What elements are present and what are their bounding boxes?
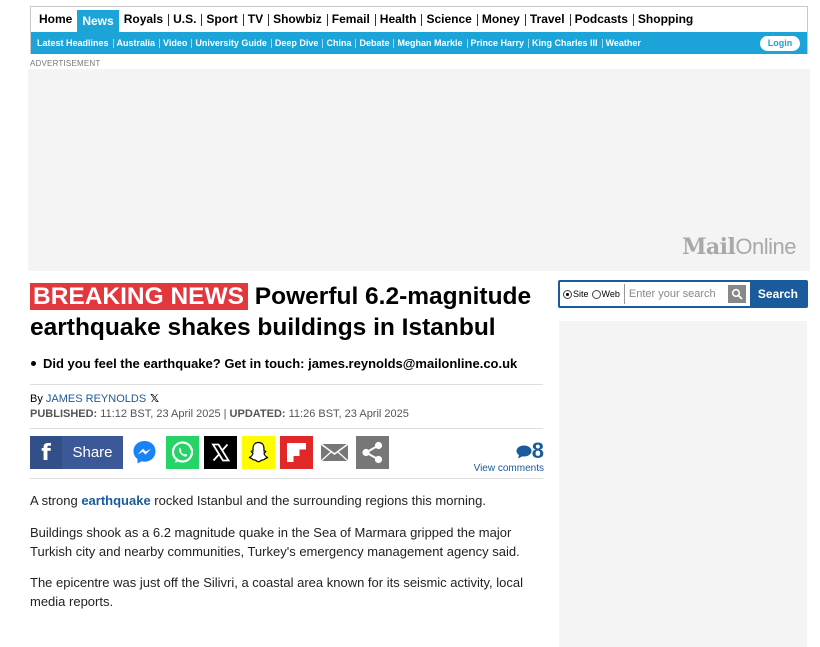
snapchat-icon xyxy=(242,436,275,469)
flipboard-share-button[interactable] xyxy=(280,436,313,469)
subnav-item-video[interactable]: Video xyxy=(159,38,191,48)
nav-item-tv[interactable]: TV xyxy=(242,7,268,32)
radio-selected-icon xyxy=(563,289,572,299)
article-paragraph: Buildings shook as a 6.2 magnitude quake… xyxy=(30,525,520,559)
speech-bubble-icon xyxy=(516,445,532,459)
facebook-share-button[interactable]: f Share xyxy=(30,436,123,469)
site-navigation: Home News Royals U.S. Sport TV Showbiz Femail He… xyxy=(30,6,808,54)
comments-link[interactable]: 8 View comments xyxy=(470,440,544,475)
search-button[interactable]: Search xyxy=(749,282,806,306)
updated-date: 11:26 BST, 23 April 2025 xyxy=(285,408,409,420)
messenger-icon xyxy=(128,436,161,469)
more-share-button[interactable] xyxy=(356,436,389,469)
facebook-icon: f xyxy=(30,436,62,469)
sidebar-advertisement[interactable] xyxy=(559,321,807,647)
advertisement-label: ADVERTISEMENT xyxy=(30,59,101,68)
nav-item-showbiz[interactable]: Showbiz xyxy=(268,7,327,32)
nav-item-femail[interactable]: Femail xyxy=(326,7,375,32)
secondary-nav: Latest Headlines Australia Video University… xyxy=(31,32,807,54)
nav-item-sport[interactable]: Sport xyxy=(201,7,242,32)
subnav-item-australia[interactable]: Australia xyxy=(112,38,160,48)
messenger-share-button[interactable] xyxy=(128,436,161,469)
nav-item-money[interactable]: Money xyxy=(476,7,525,32)
x-profile-icon[interactable]: 𝕏 xyxy=(150,392,159,405)
nav-item-u-s[interactable]: U.S. xyxy=(168,7,201,32)
advertisement-banner[interactable]: MailOnline xyxy=(28,69,810,271)
search-site-option[interactable]: Site xyxy=(560,289,589,299)
published-date: 11:12 BST, 23 April 2025 xyxy=(97,408,221,420)
subnav-item-university-guide[interactable]: University Guide xyxy=(191,38,271,48)
nav-item-news[interactable]: News xyxy=(77,10,119,32)
subnav-item-latest-headlines[interactable]: Latest Headlines xyxy=(33,38,113,48)
login-button[interactable]: Login xyxy=(760,36,800,51)
bullet-icon xyxy=(31,361,36,366)
divider xyxy=(30,384,543,385)
subnav-item-prince-harry[interactable]: Prince Harry xyxy=(466,38,529,48)
x-share-button[interactable] xyxy=(204,436,237,469)
nav-item-health[interactable]: Health xyxy=(374,7,422,32)
nav-item-home[interactable]: Home xyxy=(34,7,77,32)
earthquake-topic-link[interactable]: earthquake xyxy=(81,493,150,508)
primary-nav: Home News Royals U.S. Sport TV Showbiz Femail He… xyxy=(31,7,807,32)
article-dates: PUBLISHED: 11:12 BST, 23 April 2025 | UP… xyxy=(30,408,409,420)
divider xyxy=(30,478,543,479)
article-headline: BREAKING NEWS Powerful 6.2-magnitude ear… xyxy=(30,281,550,343)
radio-icon xyxy=(591,289,601,299)
search-input[interactable]: Enter your search xyxy=(623,284,728,304)
published-label: PUBLISHED: xyxy=(30,408,98,420)
subnav-item-china[interactable]: China xyxy=(322,38,355,48)
updated-label: UPDATED: xyxy=(229,408,286,420)
whatsapp-icon xyxy=(166,436,199,469)
article-summary-bullet: Did you feel the earthquake? Get in touc… xyxy=(43,356,518,371)
email-share-button[interactable] xyxy=(318,436,351,469)
flipboard-icon xyxy=(280,436,313,469)
share-bar: f Share xyxy=(30,436,389,469)
breaking-news-badge: BREAKING NEWS xyxy=(30,283,248,310)
share-icon xyxy=(356,436,389,469)
subnav-item-meghan-markle[interactable]: Meghan Markle xyxy=(393,38,466,48)
view-comments-label: View comments xyxy=(473,463,544,474)
author-link[interactable]: JAMES REYNOLDS xyxy=(46,393,146,405)
nav-item-travel[interactable]: Travel xyxy=(524,7,570,32)
subnav-item-weather[interactable]: Weather xyxy=(601,38,645,48)
mailonline-logo: MailOnline xyxy=(682,234,796,260)
whatsapp-share-button[interactable] xyxy=(166,436,199,469)
nav-item-royals[interactable]: Royals xyxy=(119,7,168,32)
subnav-item-debate[interactable]: Debate xyxy=(355,38,393,48)
subnav-item-deep-dive[interactable]: Deep Dive xyxy=(270,38,323,48)
comment-count: 8 xyxy=(470,440,544,462)
divider xyxy=(30,428,543,429)
nav-item-shopping[interactable]: Shopping xyxy=(632,7,698,32)
search-icon[interactable] xyxy=(727,285,746,303)
nav-item-science[interactable]: Science xyxy=(421,7,476,32)
article-paragraph: A strong earthquake rocked Istanbul and … xyxy=(30,493,486,508)
search-box: Site Web Enter your search Search xyxy=(558,280,808,308)
search-web-option[interactable]: Web xyxy=(589,289,620,299)
snapchat-share-button[interactable] xyxy=(242,436,275,469)
x-icon xyxy=(204,436,237,469)
byline: By JAMES REYNOLDS 𝕏 xyxy=(30,392,160,405)
nav-item-podcasts[interactable]: Podcasts xyxy=(569,7,633,32)
subnav-item-king-charles-iii[interactable]: King Charles III xyxy=(528,38,602,48)
email-icon xyxy=(318,436,351,469)
article-paragraph: The epicentre was just off the Silivri, … xyxy=(30,575,523,609)
